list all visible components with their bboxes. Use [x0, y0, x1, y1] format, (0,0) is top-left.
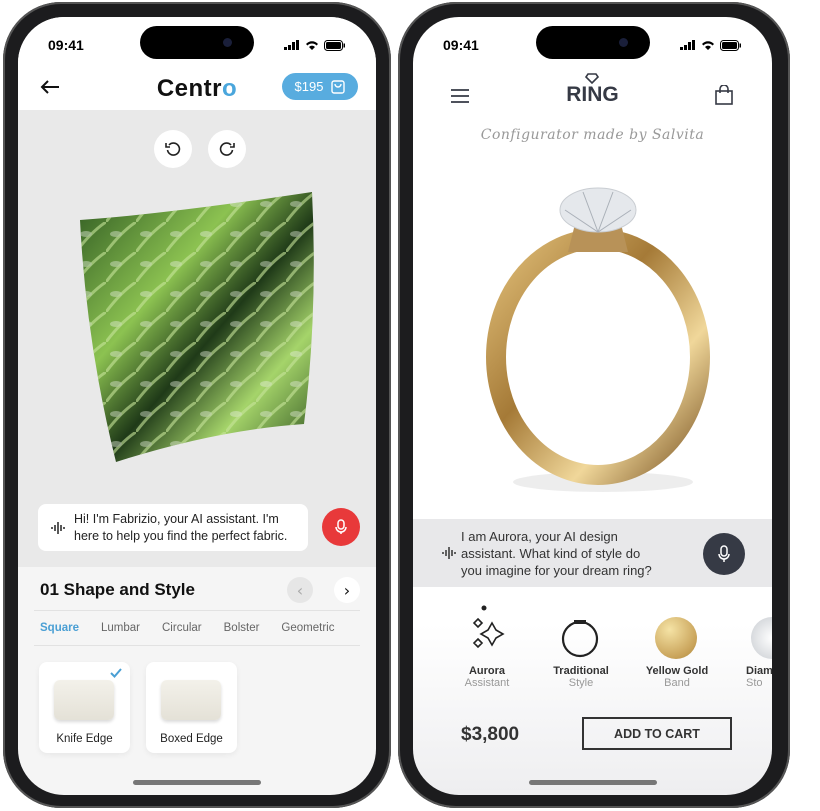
- tab-square[interactable]: Square: [34, 622, 87, 634]
- home-indicator: [133, 780, 261, 785]
- signal-icon: [680, 40, 695, 50]
- microphone-icon: [718, 545, 730, 562]
- next-step-button[interactable]: ›: [334, 577, 360, 603]
- pillow-3d-model: [80, 192, 314, 462]
- ring-screen: 09:41 RING Configurator made by Salvita …: [413, 17, 772, 795]
- diamond-swatch[interactable]: [751, 617, 772, 659]
- voice-wave-icon: [442, 547, 456, 559]
- mic-button[interactable]: [703, 533, 745, 575]
- option-card-boxed-edge[interactable]: Boxed Edge: [146, 662, 237, 753]
- ring-outline-icon[interactable]: [559, 617, 601, 659]
- option-aurora[interactable]: Aurora Assistant: [447, 665, 527, 689]
- assistant-message: I am Aurora, your AI design assistant. Wh…: [413, 519, 772, 587]
- section-title: 01 Shape and Style: [40, 580, 195, 599]
- ring-3d-model[interactable]: [473, 182, 713, 502]
- app-header: 09:41 Centro $195: [18, 17, 376, 110]
- dynamic-island: [535, 26, 650, 59]
- wifi-icon: [306, 41, 318, 50]
- signal-icon: [284, 40, 299, 50]
- battery-icon: [324, 39, 345, 51]
- battery-icon: [720, 39, 741, 51]
- back-arrow-icon[interactable]: [40, 79, 60, 95]
- microphone-icon: [335, 519, 347, 534]
- product-viewer[interactable]: Hi! I'm Fabrizio, your AI assistant. I'm…: [18, 110, 376, 567]
- rotate-right-icon: [219, 142, 235, 156]
- chevron-left-icon: ‹: [296, 580, 304, 600]
- centro-logo: Centro: [156, 75, 238, 102]
- total-price: $3,800: [461, 724, 520, 745]
- home-indicator: [528, 780, 657, 785]
- pillow-thumbnail: [161, 680, 221, 720]
- tab-lumbar[interactable]: Lumbar: [95, 622, 148, 634]
- left-phone: 09:41 Centro $195 Hi! I'm Fabrizio, your…: [3, 2, 391, 808]
- option-diamond[interactable]: Diam Sto: [746, 665, 772, 689]
- tab-circular[interactable]: Circular: [156, 622, 210, 634]
- redo-button[interactable]: [208, 130, 246, 168]
- shape-tabs: Square Lumbar Circular Bolster Geometric: [34, 610, 360, 646]
- hamburger-menu-icon[interactable]: [451, 89, 469, 103]
- option-card-knife-edge[interactable]: Knife Edge: [39, 662, 130, 753]
- status-time: 09:41: [443, 37, 479, 53]
- tab-geometric[interactable]: Geometric: [275, 622, 342, 634]
- chevron-right-icon: ›: [343, 580, 351, 600]
- centro-screen: 09:41 Centro $195 Hi! I'm Fabrizio, your…: [18, 17, 376, 795]
- assistant-message: Hi! I'm Fabrizio, your AI assistant. I'm…: [38, 504, 308, 551]
- prev-step-button[interactable]: ‹: [287, 577, 313, 603]
- status-time: 09:41: [48, 37, 84, 53]
- add-to-cart-button[interactable]: ADD TO CART: [582, 717, 732, 750]
- yellow-gold-swatch[interactable]: [655, 617, 697, 659]
- tab-bolster[interactable]: Bolster: [218, 622, 268, 634]
- tagline: Configurator made by Salvita: [480, 127, 705, 143]
- cart-button[interactable]: $195: [282, 73, 358, 100]
- sparkles-icon[interactable]: [466, 605, 508, 655]
- mic-button[interactable]: [322, 508, 360, 546]
- pillow-thumbnail: [54, 680, 114, 720]
- dynamic-island: [140, 26, 254, 59]
- shopping-bag-icon[interactable]: [715, 85, 733, 105]
- voice-wave-icon: [51, 521, 65, 534]
- wifi-icon: [702, 41, 714, 50]
- rotate-left-icon: [165, 142, 181, 156]
- right-phone: 09:41 RING Configurator made by Salvita …: [398, 2, 790, 808]
- shopping-bag-icon: [331, 79, 346, 94]
- ring-logo: RING: [566, 83, 619, 106]
- option-traditional[interactable]: Traditional Style: [541, 665, 621, 689]
- undo-button[interactable]: [154, 130, 192, 168]
- checkmark-icon: [110, 668, 122, 678]
- option-yellow-gold[interactable]: Yellow Gold Band: [637, 665, 717, 689]
